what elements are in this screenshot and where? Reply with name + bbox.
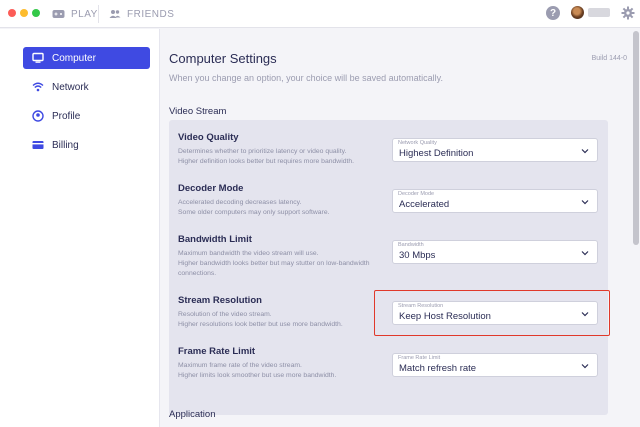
- sidebar-item-network[interactable]: Network: [23, 76, 150, 98]
- setting-description: Resolution of the video stream.: [178, 311, 272, 318]
- page-title: Computer Settings: [169, 51, 277, 66]
- setting-description: Higher resolutions look better but use m…: [178, 321, 343, 328]
- select-label: Network Quality: [398, 140, 437, 146]
- wifi-icon: [32, 82, 44, 92]
- maximize-window-button[interactable]: [32, 9, 40, 17]
- chevron-down-icon: [581, 149, 589, 154]
- monitor-icon: [32, 52, 44, 63]
- frame-rate-select[interactable]: Frame Rate Limit Match refresh rate: [392, 353, 598, 377]
- select-value: Accelerated: [399, 199, 450, 210]
- gamepad-icon: [52, 10, 65, 18]
- select-label: Decoder Mode: [398, 191, 435, 197]
- setting-description: Some older computers may only support so…: [178, 209, 330, 216]
- user-icon: [32, 110, 44, 122]
- select-value: 30 Mbps: [399, 250, 436, 261]
- decoder-mode-select[interactable]: Decoder Mode Accelerated: [392, 189, 598, 213]
- setting-description: Accelerated decoding decreases latency.: [178, 199, 302, 206]
- sidebar-item-label: Billing: [52, 139, 79, 151]
- select-value: Highest Definition: [399, 148, 474, 159]
- avatar[interactable]: [571, 6, 584, 19]
- sidebar-item-computer[interactable]: Computer: [23, 47, 150, 69]
- setting-description: Higher limits look smoother but use more…: [178, 372, 337, 379]
- help-button[interactable]: ?: [546, 6, 560, 20]
- video-stream-panel: Video Quality Determines whether to prio…: [169, 120, 608, 415]
- setting-description: Determines whether to prioritize latency…: [178, 148, 347, 155]
- settings-main: Computer Settings Build 144-0 When you c…: [161, 29, 631, 427]
- sidebar-item-label: Computer: [52, 52, 96, 64]
- select-label: Bandwidth: [398, 242, 424, 248]
- build-label: Build 144-0: [591, 55, 627, 62]
- sidebar-item-profile[interactable]: Profile: [23, 105, 150, 127]
- scrollbar-thumb[interactable]: [633, 31, 639, 245]
- sidebar-item-label: Network: [52, 81, 89, 93]
- section-heading-video-stream: Video Stream: [169, 106, 227, 117]
- page-subtitle: When you change an option, your choice w…: [169, 73, 443, 83]
- minimize-window-button[interactable]: [20, 9, 28, 17]
- top-bar: PLAY FRIENDS ?: [0, 0, 640, 28]
- tab-friends-label: FRIENDS: [127, 8, 175, 20]
- bandwidth-select[interactable]: Bandwidth 30 Mbps: [392, 240, 598, 264]
- tab-play[interactable]: PLAY: [52, 6, 98, 22]
- username-blurred: [588, 8, 610, 17]
- tab-play-label: PLAY: [71, 8, 98, 20]
- video-quality-select[interactable]: Network Quality Highest Definition: [392, 138, 598, 162]
- chevron-down-icon: [581, 364, 589, 369]
- sidebar-item-billing[interactable]: Billing: [23, 134, 150, 156]
- close-window-button[interactable]: [8, 9, 16, 17]
- select-value: Match refresh rate: [399, 363, 477, 374]
- select-label: Frame Rate Limit: [398, 355, 441, 361]
- card-icon: [32, 141, 44, 149]
- setting-description: Maximum bandwidth the video stream will …: [178, 250, 319, 257]
- friends-icon: [109, 10, 121, 18]
- gear-icon[interactable]: [621, 6, 635, 20]
- nav-divider: [98, 5, 99, 23]
- chevron-down-icon: [581, 251, 589, 256]
- setting-description: Higher definition looks better but requi…: [178, 158, 355, 165]
- tab-friends[interactable]: FRIENDS: [109, 6, 174, 22]
- sidebar: Computer Network Profile Billing: [0, 29, 160, 427]
- setting-description: Maximum frame rate of the video stream.: [178, 362, 302, 369]
- sidebar-item-label: Profile: [52, 110, 81, 122]
- chevron-down-icon: [581, 200, 589, 205]
- highlight-box: [374, 290, 610, 336]
- setting-description: Higher bandwidth looks better but may st…: [178, 260, 370, 277]
- section-heading-application: Application: [169, 409, 216, 420]
